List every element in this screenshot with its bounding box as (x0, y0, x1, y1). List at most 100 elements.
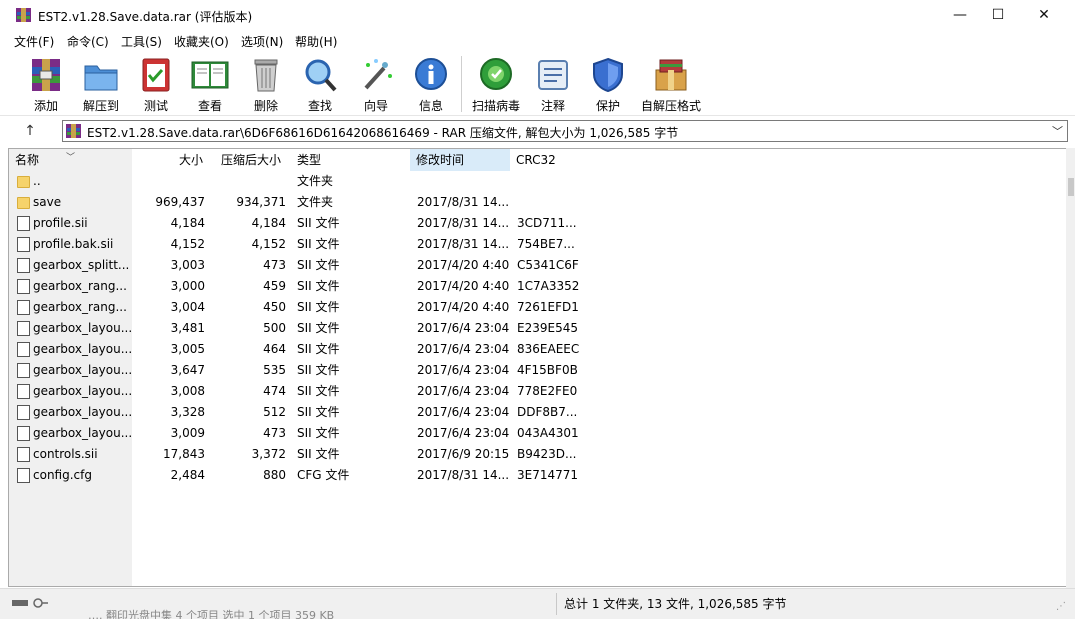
file-size: 3,004 (170, 300, 205, 314)
sfx-button[interactable]: 自解压格式 (640, 56, 702, 114)
file-packed-size: 3,372 (251, 447, 286, 461)
extract-to-button[interactable]: 解压到 (80, 56, 122, 114)
table-row[interactable]: gearbox_layou... 3,328 512 SII 文件 2017/6/4 2… (9, 402, 1066, 423)
file-type: SII 文件 (297, 258, 340, 272)
column-size[interactable]: 大小 (132, 149, 209, 171)
table-row[interactable]: gearbox_layou... 3,481 500 SII 文件 2017/6/4 2… (9, 318, 1066, 339)
test-button[interactable]: 测试 (136, 56, 176, 114)
rar-archive-icon (66, 124, 81, 138)
table-row[interactable]: gearbox_splitt... 3,003 473 SII 文件 2017/4/20… (9, 255, 1066, 276)
table-row[interactable]: controls.sii 17,843 3,372 SII 文件 2017/6/9 20… (9, 444, 1066, 465)
table-row[interactable]: gearbox_layou... 3,005 464 SII 文件 2017/6/4 2… (9, 339, 1066, 360)
table-row[interactable]: gearbox_layou... 3,009 473 SII 文件 2017/6/4 2… (9, 423, 1066, 444)
comment-icon (538, 60, 568, 90)
path-dropdown-icon[interactable]: ﹀ (1052, 123, 1063, 139)
file-modified: 2017/6/4 23:04 (417, 321, 509, 335)
comment-button[interactable]: 注释 (533, 56, 573, 114)
file-crc32 (517, 192, 597, 213)
menu-tools[interactable]: 工具(S) (121, 33, 162, 50)
vertical-scrollbar[interactable] (1066, 148, 1075, 588)
file-size: 2,484 (170, 468, 205, 482)
file-packed-size: 880 (263, 468, 286, 482)
file-name: gearbox_layou... (33, 426, 131, 440)
info-button[interactable]: 信息 (411, 56, 451, 114)
magnifier-icon (305, 59, 337, 92)
menu-file[interactable]: 文件(F) (14, 33, 54, 50)
background-status-text: …. 翻印光盘中集 4 个项目 选中 1 个项目 359 KB (88, 609, 335, 619)
column-type[interactable]: 类型 (291, 149, 406, 171)
file-icon (17, 405, 30, 420)
file-modified: 2017/4/20 4:40 (417, 258, 509, 272)
virus-scan-icon (480, 58, 512, 90)
table-row[interactable]: gearbox_rang... 3,000 459 SII 文件 2017/4/20 4… (9, 276, 1066, 297)
file-modified: 2017/8/31 14... (417, 195, 509, 209)
file-modified: 2017/8/31 14... (417, 468, 509, 482)
delete-button[interactable]: 删除 (246, 56, 286, 114)
file-name: .. (33, 174, 41, 188)
file-packed-size: 450 (263, 300, 286, 314)
table-row[interactable]: gearbox_layou... 3,647 535 SII 文件 2017/6/4 2… (9, 360, 1066, 381)
column-name[interactable]: 名称 ﹀ (9, 149, 132, 171)
file-icon (17, 426, 30, 441)
file-modified: 2017/6/4 23:04 (417, 363, 509, 377)
file-type: SII 文件 (297, 321, 340, 335)
file-crc32: C5341C6F (517, 258, 579, 272)
file-packed-size: 535 (263, 363, 286, 377)
table-row[interactable]: config.cfg 2,484 880 CFG 文件 2017/8/31 14... 3… (9, 465, 1066, 486)
scan-virus-button[interactable]: 扫描病毒 (470, 56, 522, 114)
up-folder-button[interactable]: ↑ (18, 121, 42, 141)
file-type: SII 文件 (297, 216, 340, 230)
winrar-app-icon (16, 8, 31, 22)
view-button[interactable]: 查看 (190, 56, 230, 114)
file-icon (17, 342, 30, 357)
sort-arrow-icon: ﹀ (66, 153, 76, 163)
resize-grip-icon[interactable]: ⋰ (1056, 601, 1066, 612)
menu-help[interactable]: 帮助(H) (295, 33, 337, 50)
column-packed-size[interactable]: 压缩后大小 (215, 149, 295, 171)
address-bar: ↑ EST2.v1.28.Save.data.rar\6D6F68616D616… (0, 116, 1075, 146)
file-type: SII 文件 (297, 300, 340, 314)
file-icon (17, 447, 30, 462)
folder-icon (17, 176, 30, 188)
menu-bar: 文件(F) 命令(C) 工具(S) 收藏夹(O) 选项(N) 帮助(H) (0, 30, 1075, 52)
scrollbar-thumb[interactable] (1068, 178, 1074, 196)
wizard-button[interactable]: 向导 (356, 56, 396, 114)
find-button[interactable]: 查找 (300, 56, 340, 114)
status-summary: 总计 1 文件夹, 13 文件, 1,026,585 字节 (564, 597, 787, 611)
menu-command[interactable]: 命令(C) (67, 33, 109, 50)
file-size: 3,005 (170, 342, 205, 356)
file-icon (17, 279, 30, 294)
trash-icon (254, 59, 278, 92)
test-clipboard-icon (142, 58, 170, 92)
table-row[interactable]: profile.bak.sii 4,152 4,152 SII 文件 2017/8/31… (9, 234, 1066, 255)
file-type: CFG 文件 (297, 468, 350, 482)
close-button[interactable]: ✕ (1021, 0, 1067, 30)
file-type: SII 文件 (297, 342, 340, 356)
column-crc32[interactable]: CRC32 (510, 149, 582, 171)
file-size: 969,437 (155, 195, 205, 209)
file-name: gearbox_layou... (33, 342, 131, 356)
file-crc32: 7261EFD1 (517, 300, 579, 314)
table-row[interactable]: gearbox_layou... 3,008 474 SII 文件 2017/6/4 2… (9, 381, 1066, 402)
file-size: 3,009 (170, 426, 205, 440)
path-field[interactable]: EST2.v1.28.Save.data.rar\6D6F68616D61642… (62, 120, 1068, 142)
maximize-button[interactable]: ☐ (975, 0, 1021, 30)
menu-options[interactable]: 选项(N) (241, 33, 283, 50)
table-row[interactable]: profile.sii 4,184 4,184 SII 文件 2017/8/31 14.… (9, 213, 1066, 234)
file-crc32: 778E2FE0 (517, 384, 578, 398)
add-button[interactable]: 添加 (26, 56, 66, 114)
file-type: SII 文件 (297, 405, 340, 419)
file-size: 3,008 (170, 384, 205, 398)
file-name: gearbox_splitt... (33, 258, 130, 272)
column-modified[interactable]: 修改时间 (410, 149, 510, 171)
list-header: 名称 ﹀ 大小 压缩后大小 类型 修改时间 CRC32 (9, 149, 1066, 171)
file-modified: 2017/4/20 4:40 (417, 279, 509, 293)
file-name: controls.sii (33, 447, 98, 461)
menu-favorites[interactable]: 收藏夹(O) (174, 33, 229, 50)
table-row[interactable]: save 969,437 934,371 文件夹 2017/8/31 14... (9, 192, 1066, 213)
protect-button[interactable]: 保护 (588, 56, 628, 114)
file-size: 17,843 (163, 447, 205, 461)
table-row[interactable]: gearbox_rang... 3,004 450 SII 文件 2017/4/20 4… (9, 297, 1066, 318)
table-row[interactable]: .. 文件夹 (9, 171, 1066, 192)
file-modified: 2017/8/31 14... (417, 237, 509, 251)
